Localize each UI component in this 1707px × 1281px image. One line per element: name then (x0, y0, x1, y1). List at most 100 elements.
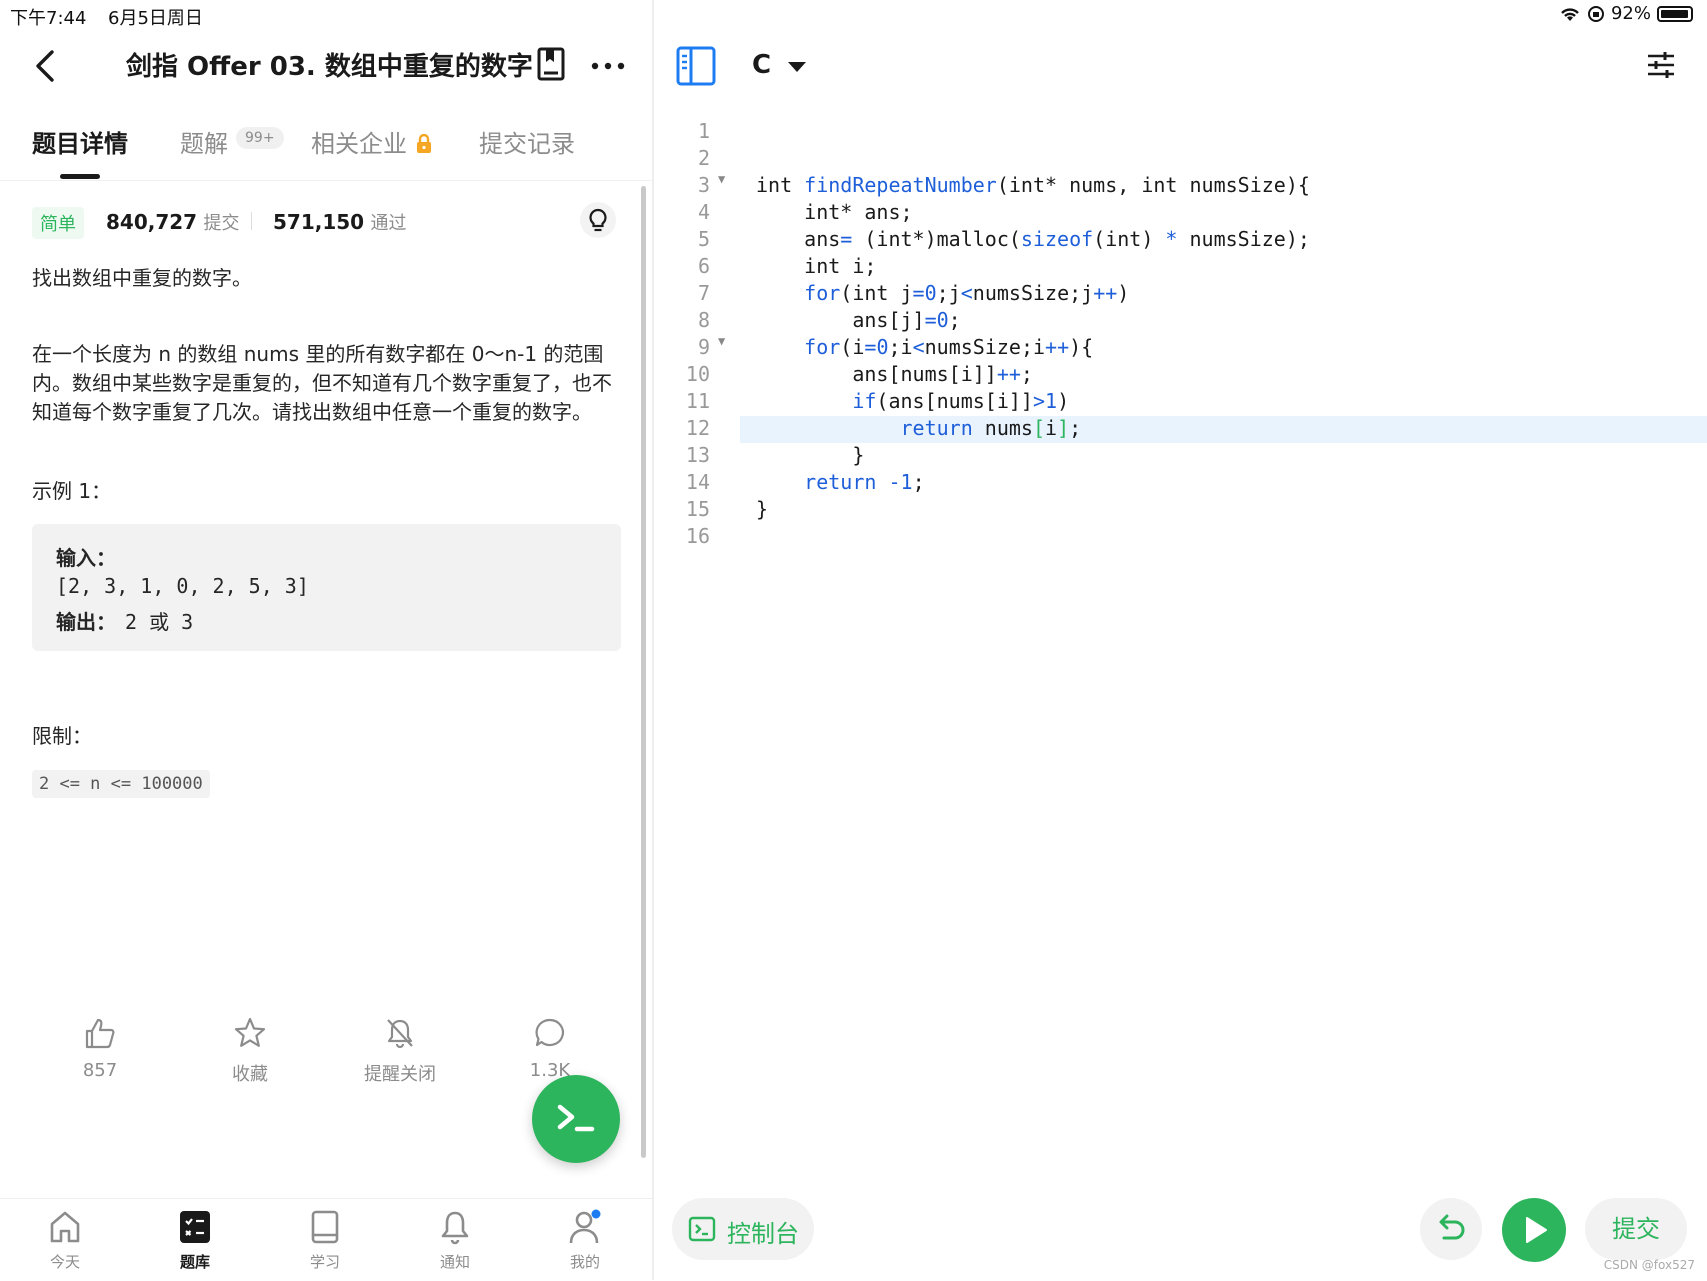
code-line: 15} (654, 497, 1707, 524)
nav-notifications-label: 通知 (439, 1253, 470, 1271)
submission-count: 840,727 提交 (106, 209, 239, 235)
example-input-label: 输入： (56, 546, 116, 570)
line-number: 7 (697, 281, 710, 305)
favorite-label: 收藏 (232, 1064, 268, 1085)
tabs-divider (0, 180, 652, 181)
code-text: ans[nums[i]]++; (756, 362, 1033, 386)
line-number: 14 (685, 470, 710, 494)
user-icon (569, 1209, 601, 1244)
fold-toggle-icon[interactable]: ▼ (718, 172, 725, 186)
code-line: 4 int* ans; (654, 200, 1707, 227)
reminder-label: 提醒关闭 (364, 1064, 436, 1085)
sidebar-toggle-icon (676, 46, 716, 86)
code-text: for(i=0;i<numsSize;i++){ (804, 335, 1094, 359)
nav-notifications[interactable]: 通知 (410, 1209, 500, 1272)
language-selector[interactable]: C (752, 50, 771, 80)
line-number: 12 (685, 416, 710, 440)
favorite-button[interactable]: 收藏 (190, 1016, 310, 1086)
scrollbar[interactable] (641, 186, 646, 1158)
code-text: int i; (756, 254, 877, 278)
code-line: 8 ans[j]=0; (654, 308, 1707, 335)
solution-count-badge: 99+ (236, 127, 284, 149)
editor-settings-button[interactable] (1646, 50, 1676, 80)
notes-button[interactable] (536, 46, 566, 82)
active-tab-indicator (60, 174, 100, 179)
line-number: 8 (697, 308, 710, 332)
code-line: 1 (654, 119, 1707, 146)
nav-today-label: 今天 (49, 1253, 80, 1271)
play-icon (1526, 1217, 1547, 1243)
nav-profile-label: 我的 (569, 1253, 600, 1271)
example-output-value: 2 或 3 (125, 610, 194, 634)
tab-solution[interactable]: 题解 (180, 124, 228, 159)
code-text: int findRepeatNumber(int* nums, int nums… (756, 173, 1310, 197)
line-number: 2 (697, 146, 710, 170)
star-icon (234, 1017, 266, 1047)
code-line: 2 (654, 146, 1707, 173)
example-title: 示例 1： (32, 479, 112, 503)
more-button[interactable] (588, 50, 628, 80)
nav-study-label: 学习 (309, 1253, 340, 1271)
code-line: 14 return -1; (654, 470, 1707, 497)
constraints-title: 限制： (32, 724, 92, 748)
caret-down-icon[interactable] (788, 62, 806, 72)
code-text: if(ans[nums[i]]>1) (852, 389, 1070, 413)
nav-study[interactable]: 学习 (280, 1209, 370, 1272)
hint-button[interactable] (580, 202, 616, 238)
line-number: 5 (697, 227, 710, 251)
code-text: ans= (int*)malloc(sizeof(int) * numsSize… (756, 227, 1310, 251)
code-line: 7 for(int j=0;j<numsSize;j++) (654, 281, 1707, 308)
code-line: 11 if(ans[nums[i]]>1) (654, 389, 1707, 416)
stats-separator (251, 212, 252, 230)
open-editor-button[interactable] (532, 1075, 620, 1163)
home-icon (50, 1211, 80, 1243)
submission-number: 840,727 (106, 210, 198, 234)
line-number: 6 (697, 254, 710, 278)
description-intro: 找出数组中重复的数字。 (32, 266, 252, 290)
lightbulb-icon (589, 208, 607, 232)
code-text: return -1; (804, 470, 925, 494)
line-number: 16 (685, 524, 710, 548)
code-text: for(int j=0;j<numsSize;j++) (804, 281, 1130, 305)
comments-button[interactable]: 1.3K (490, 1016, 610, 1081)
fold-toggle-icon[interactable]: ▼ (718, 334, 725, 348)
reset-code-button[interactable] (1420, 1198, 1482, 1260)
code-text: int* ans; (756, 200, 913, 224)
code-editor[interactable]: 1 2 3 ▼ int findRepeatNumber(int* nums, in… (654, 112, 1707, 552)
panel-toggle-button[interactable] (676, 46, 716, 86)
run-code-button[interactable] (1502, 1198, 1566, 1262)
code-line: 12 return nums[i]; (654, 416, 1707, 443)
back-button[interactable] (30, 44, 60, 88)
code-line: 5 ans= (int*)malloc(sizeof(int) * numsSi… (654, 227, 1707, 254)
tab-history[interactable]: 提交记录 (479, 124, 575, 159)
nav-problems-label: 题库 (179, 1253, 210, 1271)
nav-today[interactable]: 今天 (20, 1209, 110, 1272)
console-label: 控制台 (727, 1220, 799, 1248)
book-icon (311, 1210, 339, 1244)
comment-icon (535, 1018, 565, 1047)
like-button[interactable]: 857 (40, 1016, 160, 1081)
line-number: 1 (697, 119, 710, 143)
more-dots-icon (591, 62, 625, 70)
thumbs-up-icon (85, 1018, 115, 1049)
tab-company-label: 相关企业 (311, 130, 407, 158)
nav-problems[interactable]: 题库 (150, 1209, 240, 1272)
console-icon (688, 1216, 716, 1242)
line-number: 11 (685, 389, 710, 413)
bell-icon (441, 1211, 469, 1245)
submit-button[interactable]: 提交 (1585, 1198, 1687, 1260)
sliders-icon (1648, 52, 1674, 78)
notebook-icon (537, 47, 565, 81)
nav-profile[interactable]: 我的 (540, 1209, 630, 1272)
code-line: 16 (654, 524, 1707, 551)
code-text: } (756, 443, 865, 467)
code-text: ans[j]=0; (756, 308, 961, 332)
line-number: 10 (685, 362, 710, 386)
tab-company[interactable]: 相关企业 (311, 124, 433, 159)
console-button[interactable]: 控制台 (672, 1198, 814, 1260)
reminder-button[interactable]: 提醒关闭 (340, 1016, 460, 1086)
undo-icon (1439, 1214, 1465, 1240)
lock-icon (416, 133, 431, 153)
problem-list-icon (180, 1211, 210, 1243)
tab-detail[interactable]: 题目详情 (32, 124, 128, 159)
